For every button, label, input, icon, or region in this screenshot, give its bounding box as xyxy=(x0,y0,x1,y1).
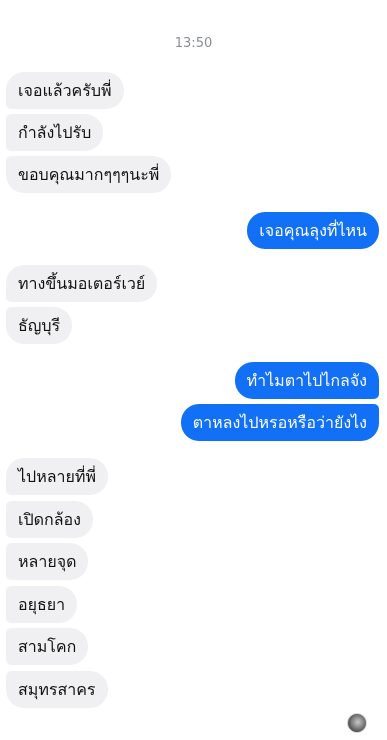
incoming-message[interactable]: เปิดกล้อง xyxy=(6,501,93,538)
outgoing-message[interactable]: ตาหลงไปหรอหรือว่ายังไง xyxy=(180,404,379,441)
outgoing-message[interactable]: เจอคุณลุงที่ไหน xyxy=(247,212,379,249)
seen-avatar-icon xyxy=(347,713,367,733)
incoming-message[interactable]: หลายจุด xyxy=(6,543,89,580)
incoming-message[interactable]: ขอบคุณมากๆๆๆนะพี่ xyxy=(6,156,172,193)
incoming-message[interactable]: สามโคก xyxy=(6,628,89,665)
incoming-message[interactable]: เจอแล้วครับพี่ xyxy=(6,72,124,109)
message-timestamp: 13:50 xyxy=(174,36,213,51)
outgoing-message[interactable]: ทำไมตาไปไกลจัง xyxy=(234,362,379,399)
incoming-message[interactable]: อยุธยา xyxy=(6,586,78,623)
incoming-message[interactable]: กำลังไปรับ xyxy=(6,114,104,151)
incoming-message[interactable]: สมุทรสาคร xyxy=(6,671,108,708)
incoming-message[interactable]: ธัญบุรี xyxy=(6,307,73,344)
incoming-message[interactable]: ไปหลายที่พี่ xyxy=(6,458,109,495)
incoming-message[interactable]: ทางขึ้นมอเตอร์เวย์ xyxy=(6,265,158,302)
